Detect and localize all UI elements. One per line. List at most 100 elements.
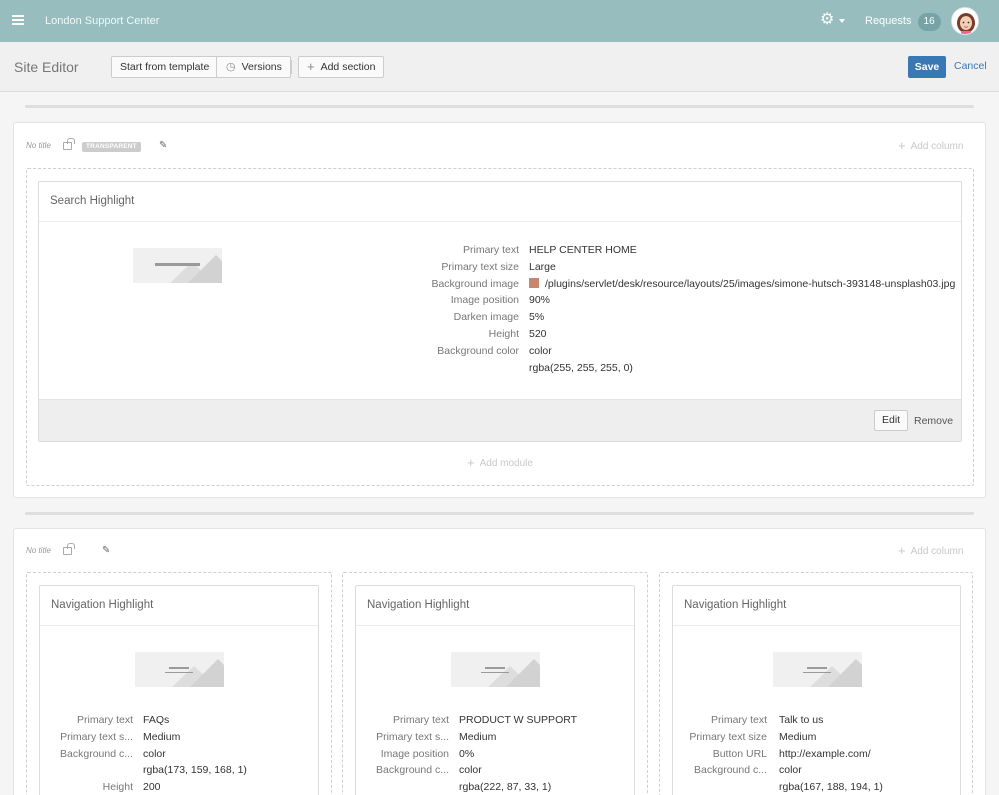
module-title: Search Highlight: [50, 195, 135, 207]
pencil-icon[interactable]: ✎: [159, 140, 167, 151]
plus-icon: +: [898, 543, 906, 558]
versions-label: Versions: [241, 61, 282, 73]
navigation-highlight-module: Navigation Highlight Primary text PRODUCT…: [355, 585, 635, 795]
app-title[interactable]: London Support Center: [45, 15, 159, 27]
property-value: rgba(173, 159, 168, 1): [143, 764, 247, 777]
property-value: 5%: [529, 311, 545, 324]
editor-toolbar: Site Editor Start from template ◷ Version…: [0, 42, 999, 92]
edit-button[interactable]: Edit: [874, 410, 909, 431]
versions-button[interactable]: ◷ Versions: [216, 56, 291, 78]
remove-link[interactable]: Remove: [914, 415, 953, 427]
module-thumbnail: [451, 652, 540, 687]
add-column-label: Add column: [910, 546, 964, 557]
module-title: Navigation Highlight: [367, 599, 470, 611]
unlock-icon[interactable]: [63, 138, 75, 150]
property-value-image: /plugins/servlet/desk/resource/layouts/2…: [529, 276, 955, 293]
pencil-icon[interactable]: ✎: [102, 545, 110, 556]
section-title: No title: [26, 141, 51, 150]
avatar[interactable]: [951, 7, 979, 35]
module-header-divider: [356, 625, 634, 626]
background-image-path: /plugins/servlet/desk/resource/layouts/2…: [545, 277, 956, 290]
property-value: HELP CENTER HOME: [529, 244, 637, 256]
column-dropzone: Navigation Highlight Primary text FAQs Pr…: [26, 572, 332, 795]
section-2: No title ✎ + Add column Navigation Highli…: [13, 528, 986, 795]
add-column-label: Add column: [910, 141, 964, 152]
start-from-template-button[interactable]: Start from template: [111, 56, 219, 78]
property-key: Primary text: [710, 714, 767, 726]
add-module-button[interactable]: + Add module: [467, 455, 533, 470]
toolbar-divider: [291, 60, 292, 74]
add-column-button[interactable]: + Add column: [898, 138, 963, 153]
module-properties: Primary text PRODUCT W SUPPORT Primary te…: [364, 712, 629, 795]
module-title: Navigation Highlight: [51, 599, 154, 611]
property-key: Primary text size: [441, 260, 519, 273]
navigation-highlight-module: Navigation Highlight Primary text Talk to…: [672, 585, 961, 795]
property-value: rgba(255, 255, 255, 0): [529, 361, 633, 374]
module-properties: Primary text FAQs Primary text s... Medium…: [48, 712, 313, 795]
plus-icon: +: [898, 138, 906, 153]
module-thumbnail: [135, 652, 224, 687]
property-key: Primary text: [392, 714, 449, 726]
property-value: 0%: [459, 747, 475, 760]
top-bar: London Support Center ⚙ Requests 16: [0, 0, 999, 42]
navigation-highlight-module: Navigation Highlight Primary text FAQs Pr…: [39, 585, 319, 795]
module-header-divider: [39, 221, 961, 222]
module-footer: Edit Remove: [39, 399, 961, 441]
property-value: Talk to us: [779, 714, 824, 726]
property-key: Darken image: [453, 311, 519, 324]
property-key: Primary text s...: [60, 730, 133, 743]
property-key: Image position: [380, 747, 449, 760]
property-key: Primary text s...: [376, 730, 449, 743]
module-header-divider: [40, 625, 318, 626]
module-thumbnail: [133, 248, 222, 283]
property-key: Background c...: [60, 747, 133, 760]
column-dropzone: Search Highlight Primary text HELP CENTER…: [26, 168, 974, 486]
unlock-icon[interactable]: [63, 543, 75, 555]
property-value: color: [779, 764, 802, 777]
property-value: FAQs: [143, 714, 170, 726]
module-header-divider: [673, 625, 960, 626]
property-key: Image position: [450, 294, 519, 307]
module-title: Navigation Highlight: [684, 599, 787, 611]
property-value: rgba(167, 188, 194, 1): [779, 781, 883, 794]
property-value: 520: [529, 327, 547, 340]
property-key: Button URL: [712, 747, 767, 760]
plus-icon: +: [307, 59, 315, 74]
hamburger-icon[interactable]: [12, 13, 24, 27]
requests-label: Requests: [865, 15, 912, 27]
chevron-down-icon: [839, 19, 845, 23]
section-1: No title TRANSPARENT ✎ + Add column Searc…: [13, 122, 986, 498]
property-value: PRODUCT W SUPPORT: [459, 714, 578, 726]
property-value: color: [529, 344, 552, 357]
property-key: Height: [102, 781, 133, 794]
add-section-button[interactable]: + Add section: [298, 56, 385, 78]
avatar-image: [952, 8, 978, 34]
section-drag-handle[interactable]: [25, 512, 974, 515]
module-properties: Primary text Talk to us Primary text size…: [681, 712, 956, 795]
gear-icon: ⚙: [820, 11, 835, 28]
property-value: Medium: [779, 730, 817, 743]
section-drag-handle[interactable]: [25, 105, 974, 108]
property-key: Background c...: [694, 764, 767, 777]
module-thumbnail: [773, 652, 862, 687]
save-button[interactable]: Save: [908, 56, 946, 78]
add-column-button[interactable]: + Add column: [898, 543, 963, 558]
plus-icon: +: [467, 455, 475, 470]
cancel-link[interactable]: Cancel: [954, 60, 987, 72]
column-dropzone: Navigation Highlight Primary text Talk to…: [659, 572, 973, 795]
settings-menu[interactable]: ⚙: [820, 11, 850, 31]
property-value: Large: [529, 260, 556, 273]
property-key: Primary text size: [689, 730, 767, 743]
add-section-label: Add section: [320, 61, 376, 73]
page-title: Site Editor: [14, 59, 79, 75]
module-properties: Primary text HELP CENTER HOME Primary tex…: [349, 242, 955, 376]
property-value: Medium: [143, 730, 181, 743]
section-title: No title: [26, 546, 51, 555]
property-value: color: [459, 764, 482, 777]
section-tag: TRANSPARENT: [82, 142, 141, 152]
property-key: Background color: [437, 344, 519, 357]
property-key: Primary text: [76, 714, 133, 726]
add-module-label: Add module: [479, 458, 533, 469]
requests-link[interactable]: Requests 16: [865, 11, 941, 31]
property-key: Primary text: [462, 244, 519, 256]
